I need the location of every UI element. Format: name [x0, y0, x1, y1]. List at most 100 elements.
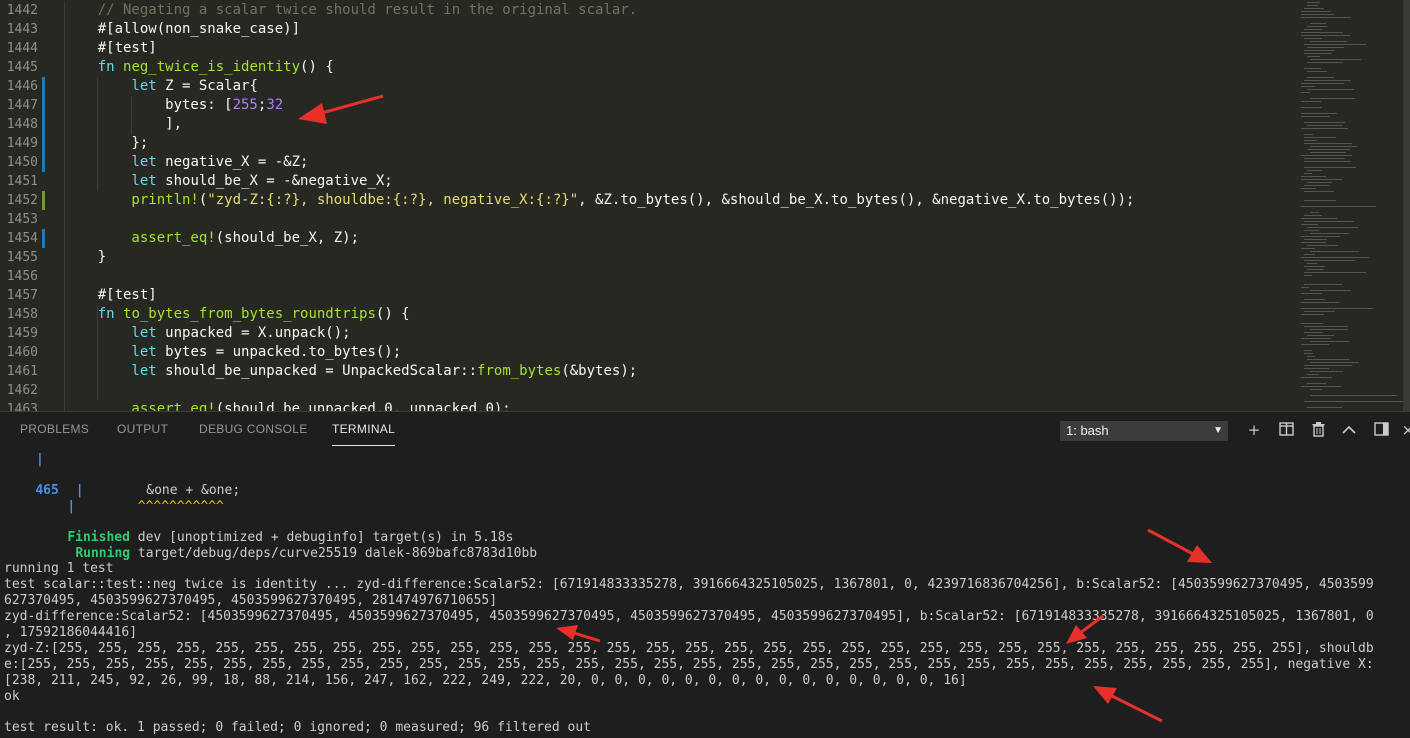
- minimap-line: [1307, 269, 1324, 270]
- minimap-line: [1304, 239, 1327, 240]
- minimap-line: [1304, 50, 1334, 51]
- minimap-line: [1307, 56, 1320, 57]
- split-terminal-icon[interactable]: [1278, 422, 1294, 438]
- code-area[interactable]: // Negating a scalar twice should result…: [64, 0, 1284, 411]
- minimap-line: [1307, 47, 1344, 48]
- minimap-line: [1307, 89, 1354, 90]
- minimap-line: [1307, 77, 1334, 78]
- minimap-line: [1301, 248, 1315, 249]
- line-number: 1463: [6, 402, 38, 411]
- minimap-line: [1301, 224, 1318, 225]
- minimap-line: [1304, 332, 1323, 333]
- line-number: 1444: [6, 41, 38, 56]
- code-line: let negative_X = -&Z;: [64, 154, 309, 170]
- code-editor[interactable]: 1442 1443 1444 1445 1446 1447 1448 1449 1450 1451…: [0, 0, 1410, 411]
- output-line: zyd-difference:Scalar52: [45035996273704…: [4, 609, 1374, 624]
- code-line: let should_be_unpacked = UnpackedScalar:…: [64, 363, 638, 379]
- minimap-line: [1307, 26, 1327, 27]
- minimap-line: [1301, 323, 1323, 324]
- minimap[interactable]: [1295, 0, 1410, 411]
- minimap-line: [1304, 275, 1312, 276]
- line-number-gutter: 1442 1443 1444 1445 1446 1447 1448 1449 1450 1451…: [0, 0, 45, 411]
- line-number: 1460: [6, 345, 38, 360]
- tab-output[interactable]: OUTPUT: [117, 422, 168, 436]
- terminal-pipe: |: [67, 499, 76, 514]
- line-number: 1445: [6, 60, 38, 75]
- minimap-line: [1304, 8, 1324, 9]
- minimap-line: [1304, 161, 1351, 162]
- trash-icon[interactable]: [1310, 422, 1326, 438]
- indent-guide: [131, 96, 132, 134]
- minimap-line: [1304, 191, 1334, 192]
- line-number: 1455: [6, 250, 38, 265]
- minimap-line: [1307, 2, 1320, 3]
- minimap-line: [1301, 377, 1332, 378]
- minimap-line: [1310, 41, 1347, 42]
- code-line: fn to_bytes_from_bytes_roundtrips() {: [64, 306, 410, 322]
- terminal-instance-select[interactable]: 1: bash ▼: [1060, 421, 1228, 441]
- line-number: 1461: [6, 364, 38, 379]
- minimap-line: [1304, 272, 1366, 273]
- toggle-panel-position-icon[interactable]: [1373, 422, 1389, 438]
- minimap-line: [1304, 353, 1313, 354]
- minimap-line: [1307, 170, 1322, 171]
- minimap-line: [1301, 83, 1344, 84]
- minimap-line: [1301, 113, 1337, 114]
- minimap-line: [1301, 92, 1310, 93]
- output-line: zyd-Z:[255, 255, 255, 255, 255, 255, 255…: [4, 641, 1374, 656]
- minimap-line: [1304, 167, 1356, 168]
- minimap-line: [1307, 245, 1338, 246]
- minimap-line: [1307, 263, 1317, 264]
- minimap-line: [1304, 122, 1345, 123]
- minimap-line: [1310, 233, 1349, 234]
- minimap-line: [1307, 359, 1349, 360]
- editor-scrollbar[interactable]: [1403, 0, 1410, 411]
- code-line: let bytes = unpacked.to_bytes();: [64, 344, 402, 360]
- test-result-line: test result: ok. 1 passed; 0 failed; 0 i…: [4, 720, 591, 735]
- minimap-line: [1304, 140, 1317, 141]
- minimap-line: [1301, 338, 1331, 339]
- code-line: }: [64, 249, 107, 265]
- plus-icon[interactable]: +: [1246, 422, 1262, 438]
- close-panel-icon[interactable]: ×: [1400, 422, 1410, 438]
- minimap-line: [1304, 80, 1351, 81]
- minimap-line: [1301, 257, 1369, 258]
- minimap-line: [1307, 335, 1334, 336]
- minimap-line: [1301, 386, 1341, 387]
- minimap-line: [1310, 329, 1348, 330]
- tab-terminal[interactable]: TERMINAL: [332, 422, 396, 446]
- code-line: fn neg_twice_is_identity() {: [64, 59, 334, 75]
- minimap-line: [1304, 158, 1345, 159]
- line-number: 1447: [6, 98, 38, 113]
- line-number: 1452: [6, 193, 38, 208]
- minimap-line: [1304, 38, 1322, 39]
- minimap-line: [1307, 149, 1350, 150]
- change-marker: [42, 134, 45, 153]
- minimap-line: [1304, 299, 1325, 300]
- minimap-line: [1301, 35, 1350, 36]
- chevron-down-icon: ▼: [1213, 425, 1223, 436]
- minimap-line: [1304, 350, 1312, 351]
- minimap-line: [1304, 143, 1352, 144]
- minimap-line: [1307, 374, 1319, 375]
- minimap-line: [1304, 44, 1366, 45]
- tab-debug-console[interactable]: DEBUG CONSOLE: [199, 422, 308, 436]
- minimap-line: [1310, 23, 1326, 24]
- minimap-line: [1310, 251, 1359, 252]
- output-line: e:[255, 255, 255, 255, 255, 255, 255, 25…: [4, 657, 1374, 672]
- tab-problems[interactable]: PROBLEMS: [20, 422, 89, 436]
- indent-guide: [64, 1, 65, 411]
- change-marker: [42, 153, 45, 172]
- minimap-line: [1310, 59, 1361, 60]
- minimap-line: [1310, 98, 1355, 99]
- minimap-line: [1304, 311, 1335, 312]
- terminal-output[interactable]: | 465 | &one + &one; | ^^^^^^^^^^^ Finish…: [0, 448, 1410, 738]
- code-line: #[test]: [64, 40, 157, 56]
- code-line: ],: [64, 116, 183, 132]
- code-line: assert_eq!(should_be_unpacked.0, unpacke…: [64, 401, 511, 411]
- minimap-line: [1307, 356, 1315, 357]
- minimap-line: [1307, 407, 1342, 408]
- chevron-up-icon[interactable]: [1341, 422, 1357, 438]
- line-number: 1446: [6, 79, 38, 94]
- code-line: // Negating a scalar twice should result…: [64, 2, 638, 18]
